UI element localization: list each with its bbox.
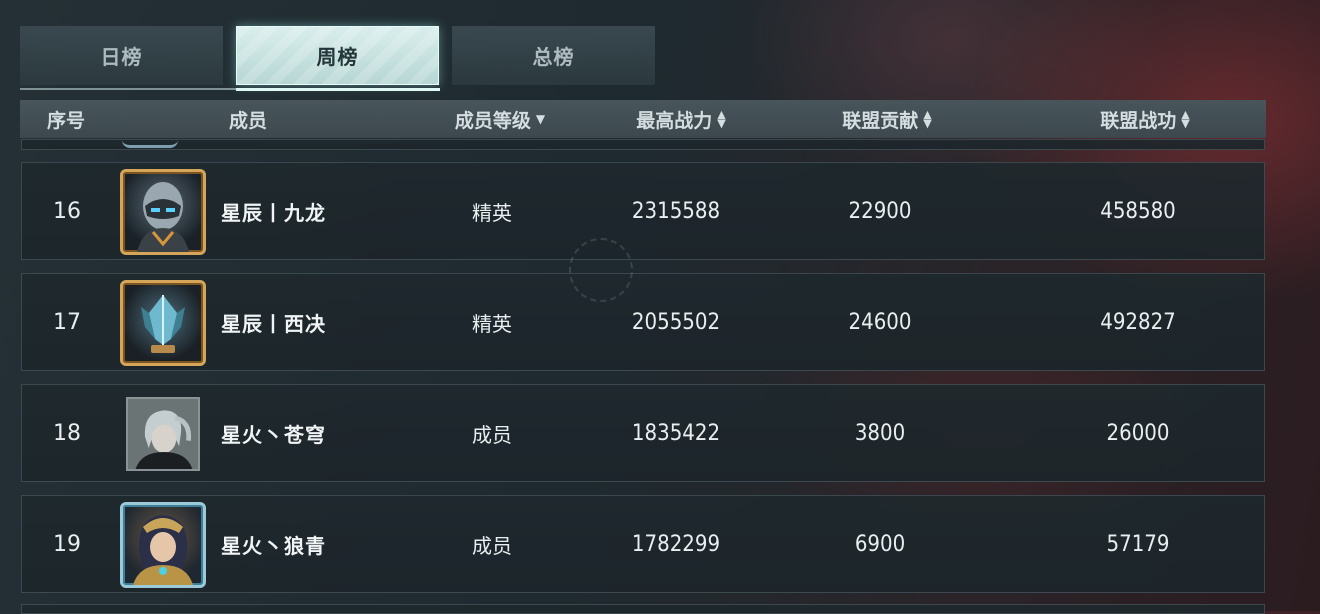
table-row[interactable]: 16 星辰丨九龙 精英 2315588 22900 458580 bbox=[21, 162, 1265, 260]
tab-weekly[interactable]: 周榜 bbox=[236, 26, 439, 85]
crystal-emblem-icon bbox=[141, 295, 185, 353]
tab-daily-label: 日榜 bbox=[100, 45, 143, 69]
table-row-partial[interactable] bbox=[21, 139, 1265, 150]
table-row[interactable]: 17 星辰丨西决 精英 2055502 24600 492827 bbox=[21, 273, 1265, 371]
rank-number: 18 bbox=[53, 420, 81, 446]
table-row[interactable]: 19 星火丶狼青 成员 1782299 6900 57179 bbox=[21, 495, 1265, 593]
column-contribution[interactable]: 联盟贡献 ▲ ▼ bbox=[842, 100, 931, 138]
column-merit-label: 联盟战功 bbox=[1100, 109, 1177, 132]
table-row-partial[interactable] bbox=[21, 604, 1265, 614]
merit-value: 492827 bbox=[1100, 309, 1176, 335]
hooded-warrior-avatar[interactable] bbox=[120, 502, 206, 588]
sort-icon: ▲ ▼ bbox=[717, 108, 726, 130]
column-max-power-label: 最高战力 bbox=[636, 109, 713, 132]
merit-value: 458580 bbox=[1100, 198, 1176, 224]
column-member-label: 成员 bbox=[228, 109, 268, 132]
rank-number: 19 bbox=[53, 531, 81, 557]
crystal-emblem-avatar[interactable] bbox=[120, 280, 206, 366]
contribution-value: 6900 bbox=[854, 531, 906, 557]
table-header: 序号 成员 成员等级 ▼ 最高战力 ▲ ▼ 联盟贡献 ▲ ▼ 联盟战功 ▲ ▼ bbox=[20, 100, 1266, 138]
loading-spinner-icon bbox=[569, 238, 633, 302]
column-member: 成员 bbox=[229, 100, 267, 138]
character-portrait-icon bbox=[128, 399, 198, 469]
contribution-value: 22900 bbox=[848, 198, 912, 224]
member-name: 星火丶苍穹 bbox=[221, 422, 326, 447]
tab-daily[interactable]: 日榜 bbox=[20, 26, 223, 85]
active-tab-indicator bbox=[236, 88, 440, 91]
column-max-power[interactable]: 最高战力 ▲ ▼ bbox=[636, 100, 725, 138]
member-level: 成员 bbox=[472, 422, 512, 447]
contribution-value: 24600 bbox=[848, 309, 912, 335]
member-level: 精英 bbox=[472, 200, 512, 225]
silver-haired-character-avatar[interactable] bbox=[126, 397, 200, 471]
max-power-value: 2055502 bbox=[631, 309, 721, 335]
column-contribution-label: 联盟贡献 bbox=[842, 109, 919, 132]
table-row[interactable]: 18 星火丶苍穹 成员 1835422 3800 26000 bbox=[21, 384, 1265, 482]
column-level[interactable]: 成员等级 ▼ bbox=[455, 100, 545, 138]
merit-value: 57179 bbox=[1106, 531, 1170, 557]
sort-icon: ▲ ▼ bbox=[923, 108, 932, 130]
armored-robot-avatar[interactable] bbox=[120, 169, 206, 255]
tab-total-label: 总榜 bbox=[532, 45, 575, 69]
column-level-label: 成员等级 bbox=[454, 109, 531, 132]
member-name: 星辰丨九龙 bbox=[221, 200, 326, 225]
max-power-value: 2315588 bbox=[631, 198, 721, 224]
column-rank-label: 序号 bbox=[46, 109, 86, 132]
member-level: 精英 bbox=[472, 311, 512, 336]
sort-icon: ▲ ▼ bbox=[1181, 108, 1190, 130]
member-name: 星辰丨西决 bbox=[221, 311, 326, 336]
column-rank: 序号 bbox=[47, 100, 85, 138]
sort-down-icon: ▼ bbox=[535, 112, 546, 126]
rank-number: 16 bbox=[53, 198, 81, 224]
merit-value: 26000 bbox=[1106, 420, 1170, 446]
contribution-value: 3800 bbox=[854, 420, 906, 446]
column-merit[interactable]: 联盟战功 ▲ ▼ bbox=[1100, 100, 1189, 138]
robot-icon bbox=[137, 182, 189, 252]
tab-total[interactable]: 总榜 bbox=[452, 26, 655, 85]
leaderboard-tabs: 日榜 周榜 总榜 bbox=[20, 26, 660, 88]
max-power-value: 1782299 bbox=[631, 531, 721, 557]
tab-weekly-label: 周榜 bbox=[316, 45, 359, 69]
max-power-value: 1835422 bbox=[631, 420, 721, 446]
warrior-portrait-icon bbox=[133, 515, 193, 585]
avatar-partial bbox=[122, 139, 178, 148]
member-level: 成员 bbox=[472, 533, 512, 558]
member-name: 星火丶狼青 bbox=[221, 533, 326, 558]
rank-number: 17 bbox=[53, 309, 81, 335]
